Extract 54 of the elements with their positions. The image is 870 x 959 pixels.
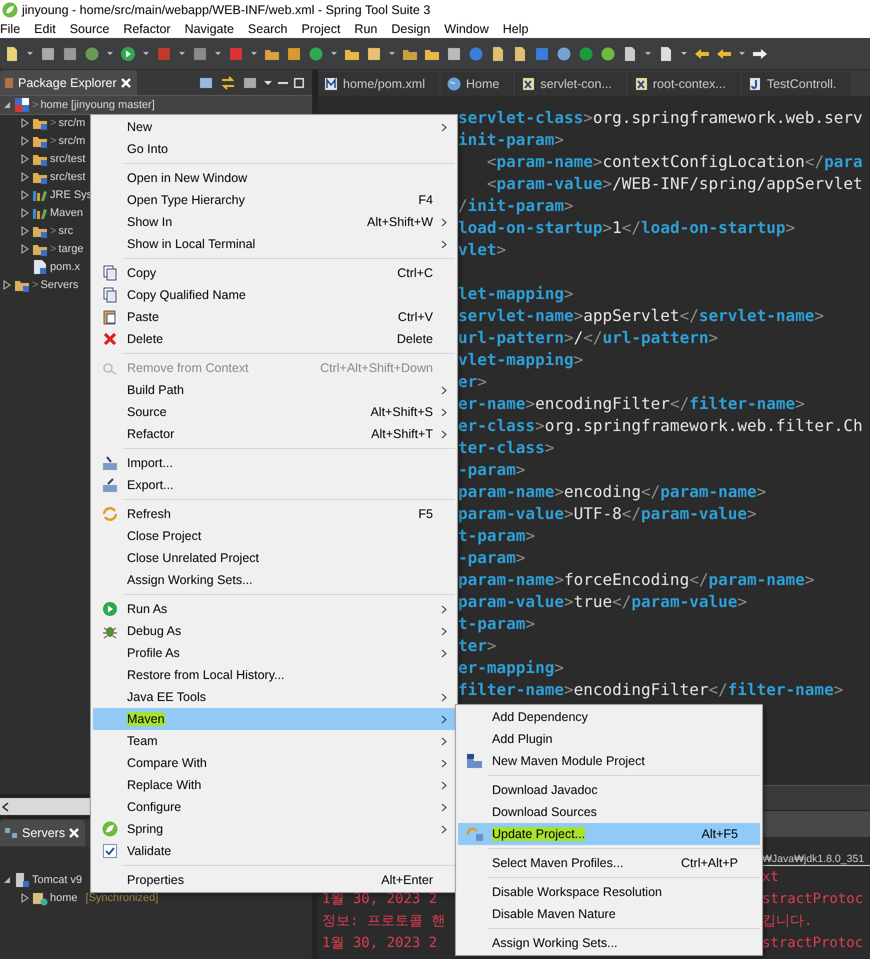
code-line: vlet-mapping> <box>458 349 584 371</box>
git-change-marker: > <box>32 279 38 291</box>
window-title: jinyoung - home/src/main/webapp/WEB-INF/web.xml - Spring Tool Suite 3 <box>22 3 430 17</box>
console-line: 킵니다. <box>762 912 814 931</box>
code-line: t-param> <box>458 525 536 547</box>
code-line: er> <box>458 371 488 393</box>
code-line: t-param> <box>458 613 536 635</box>
code-line: ter-class> <box>458 437 556 459</box>
code-line: param-name>encoding</param-name> <box>458 481 768 503</box>
code-line: er-mapping> <box>458 657 565 679</box>
code-line: param-name>forceEncoding</param-name> <box>458 569 816 591</box>
code-line: /init-param> <box>458 195 575 217</box>
tree-item-label: src/test <box>50 171 86 183</box>
code-line: er-name>encodingFilter</filter-name> <box>458 393 806 415</box>
console-line: stractProtoc <box>762 890 864 909</box>
code-line: vlet> <box>458 239 508 261</box>
code-line: let-mapping> <box>458 283 575 305</box>
tree-item-label: pom.x <box>50 261 80 273</box>
tree-item-label: src/m <box>58 135 86 147</box>
console-line: stractProtoc <box>762 934 864 953</box>
tree-item-label: Tomcat v9 <box>32 874 82 886</box>
code-line: <param-value>/WEB-INF/spring/appServlet <box>486 173 864 195</box>
code-line: <param-name>contextConfigLocation</para <box>486 151 864 173</box>
server-status: [Synchronized] <box>86 892 158 904</box>
console-header: ₩Java₩jdk1.8.0_351 <box>762 853 866 865</box>
tree-item-label: Servers <box>40 279 78 291</box>
code-line: -param> <box>458 459 526 481</box>
code-line: filter-name>encodingFilter</filter-name> <box>458 679 844 701</box>
console-line: xt <box>762 868 780 887</box>
console-line: 1월 30, 2023 2 <box>321 890 438 909</box>
code-line: servlet-class>org.springframework.web.serv <box>458 107 864 129</box>
code-line: ter> <box>458 635 498 657</box>
git-change-marker: > <box>32 99 38 111</box>
console-line: 정보: 프로토콜 핸 <box>321 912 446 931</box>
tree-item-label: home <box>50 892 78 904</box>
git-change-marker: > <box>50 243 56 255</box>
tree-item-label: home [jinyoung master] <box>40 99 155 111</box>
tree-item-label: Maven <box>50 207 84 219</box>
code-line: url-pattern>/</url-pattern> <box>458 327 720 349</box>
code-line: servlet-name>appServlet</servlet-name> <box>458 305 826 327</box>
tree-item-label: src <box>58 225 74 237</box>
tree-item-label: src/m <box>58 117 86 129</box>
tree-item-label: targe <box>58 243 84 255</box>
git-change-marker: > <box>50 135 56 147</box>
git-change-marker: > <box>50 225 56 237</box>
code-line: param-value>true</param-value> <box>458 591 748 613</box>
code-line: er-class>org.springframework.web.filter.Ch <box>458 415 864 437</box>
code-line: load-on-startup>1</load-on-startup> <box>458 217 796 239</box>
code-line: param-value>UTF-8</param-value> <box>458 503 758 525</box>
tree-item-label: src/test <box>50 153 86 165</box>
code-line: init-param> <box>458 129 565 151</box>
git-change-marker: > <box>50 117 56 129</box>
console-line: 1월 30, 2023 2 <box>321 934 438 953</box>
code-line: -param> <box>458 547 526 569</box>
